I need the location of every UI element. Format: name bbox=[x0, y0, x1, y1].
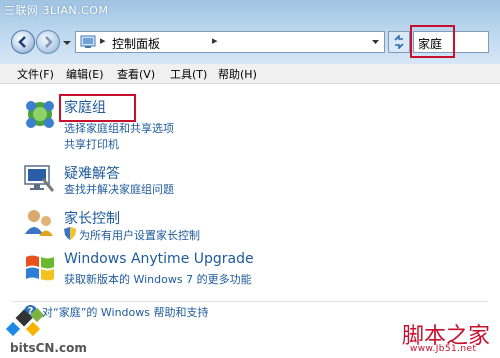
troubleshoot-link[interactable]: 查找并解决家庭组问题 bbox=[64, 181, 174, 197]
anytime-upgrade-title[interactable]: Windows Anytime Upgrade bbox=[64, 251, 254, 267]
parental-controls-link[interactable]: 为所有用户设置家长控制 bbox=[79, 227, 200, 243]
forward-button[interactable] bbox=[36, 30, 60, 54]
watermark-jb51-url: www.Jb51.net bbox=[410, 344, 477, 354]
back-button[interactable] bbox=[11, 30, 35, 54]
homegroup-link-share-printer[interactable]: 共享打印机 bbox=[64, 136, 119, 152]
search-highlight-box bbox=[410, 25, 455, 58]
address-chevron[interactable]: ▸ bbox=[212, 34, 218, 47]
troubleshoot-title[interactable]: 疑难解答 bbox=[64, 163, 120, 183]
refresh-button[interactable] bbox=[388, 31, 410, 53]
refresh-icon bbox=[394, 35, 404, 49]
menu-view[interactable]: 查看(V) bbox=[117, 66, 155, 82]
windows-flag-icon bbox=[26, 255, 54, 281]
shield-icon bbox=[64, 227, 76, 240]
parental-controls-icon bbox=[25, 210, 53, 236]
watermark-bitscn: bitsCN.com bbox=[10, 341, 87, 355]
anytime-upgrade-link[interactable]: 获取新版本的 Windows 7 的更多功能 bbox=[64, 271, 252, 287]
homegroup-icon bbox=[26, 101, 54, 128]
troubleshoot-icon bbox=[24, 165, 55, 192]
address-dropdown-icon[interactable] bbox=[371, 38, 380, 47]
homegroup-link-sharing-options[interactable]: 选择家庭组和共享选项 bbox=[64, 120, 174, 136]
menu-help[interactable]: 帮助(H) bbox=[218, 66, 257, 82]
address-chevron[interactable]: ▸ bbox=[100, 34, 106, 47]
parental-controls-title[interactable]: 家长控制 bbox=[64, 208, 120, 228]
arrow-right-icon bbox=[45, 36, 53, 48]
menu-bar: 文件(F) 编辑(E) 查看(V) 工具(T) 帮助(H) bbox=[0, 64, 500, 84]
address-bar[interactable]: ▸ 控制面板 ▸ bbox=[75, 31, 385, 53]
history-dropdown-icon[interactable] bbox=[62, 38, 72, 48]
menu-edit[interactable]: 编辑(E) bbox=[66, 66, 104, 82]
control-panel-icon bbox=[80, 35, 96, 48]
homegroup-highlight-box bbox=[59, 94, 136, 122]
title-bar: 三联网 3LIAN.COM ▸ 控制面板 ▸ 家庭 bbox=[0, 0, 500, 64]
menu-file[interactable]: 文件(F) bbox=[17, 66, 54, 82]
address-path[interactable]: 控制面板 bbox=[112, 35, 160, 52]
menu-tools[interactable]: 工具(T) bbox=[170, 66, 207, 82]
arrow-left-icon bbox=[18, 36, 26, 48]
watermark-top: 三联网 3LIAN.COM bbox=[4, 4, 109, 17]
